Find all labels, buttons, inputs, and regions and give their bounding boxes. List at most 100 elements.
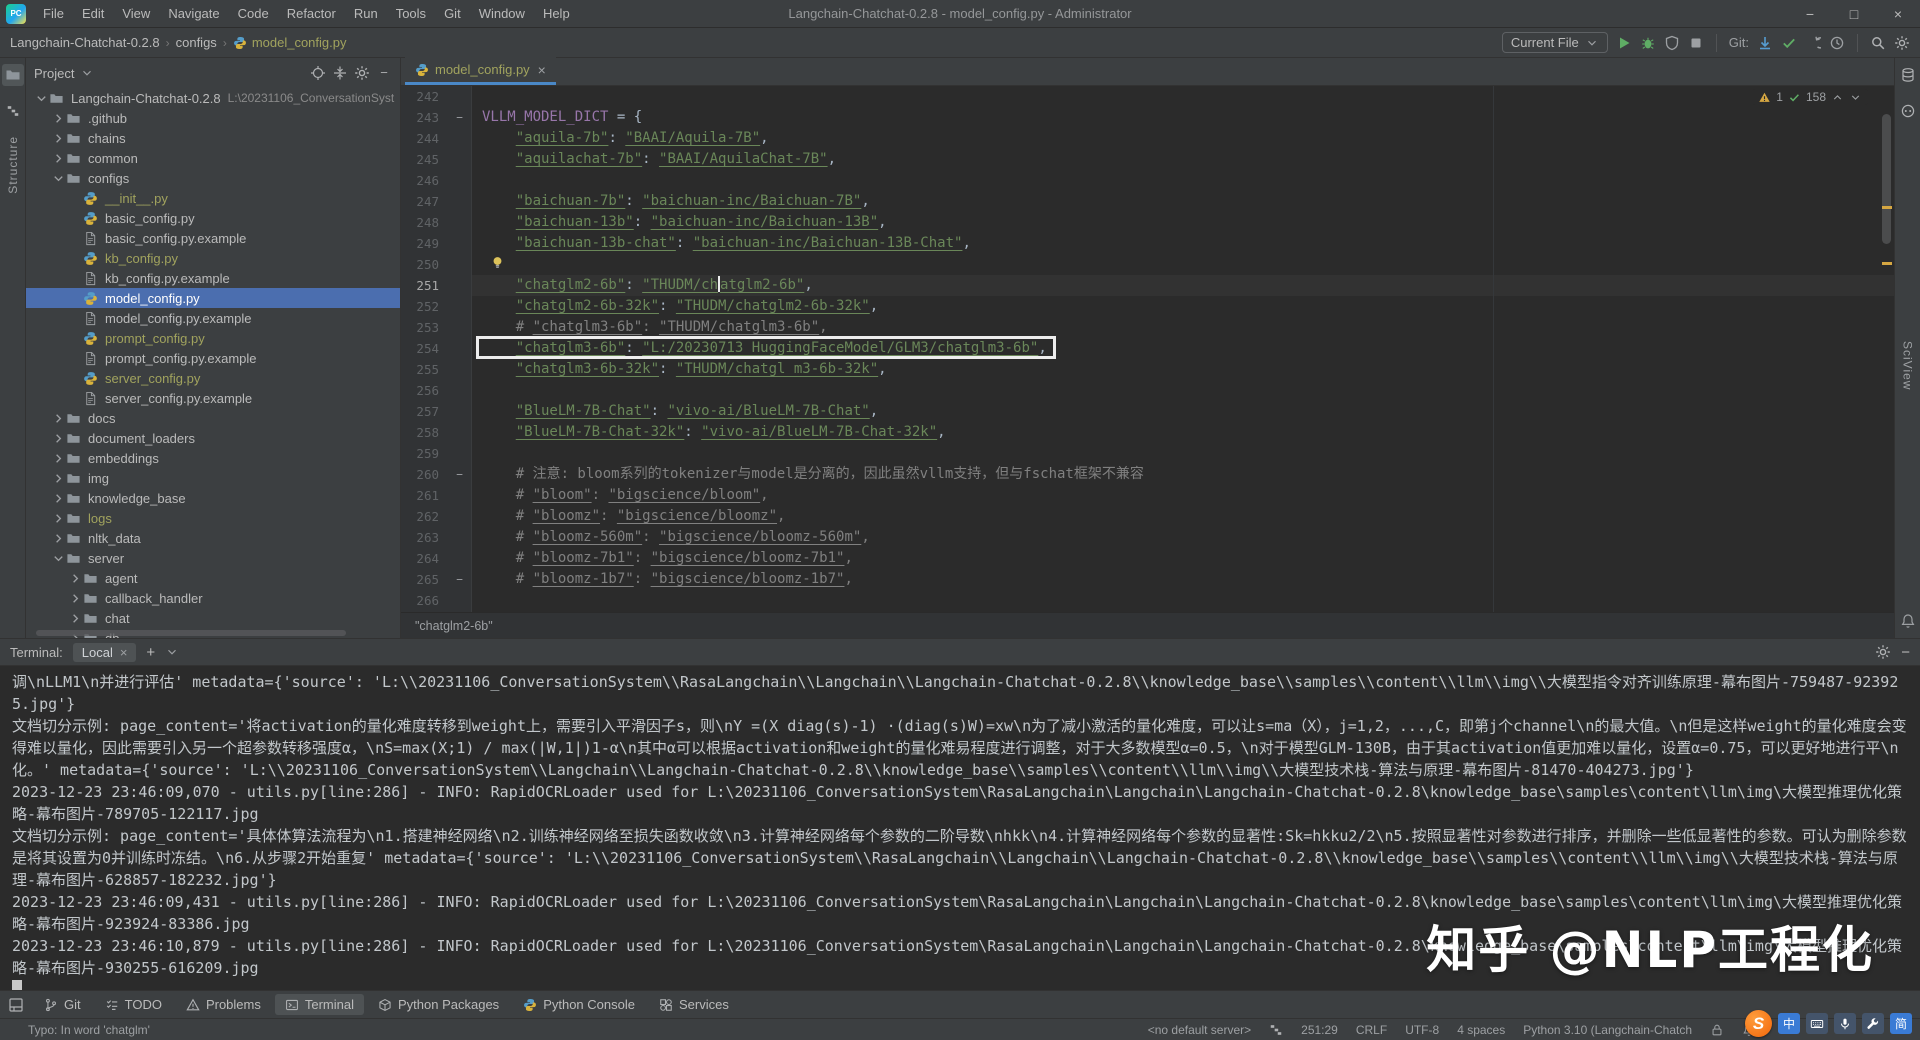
ime-simplified-badge[interactable]: 简: [1890, 1013, 1912, 1034]
git-rollback-button[interactable]: [1805, 35, 1821, 51]
code-line-text[interactable]: # "bloomz-560m": "bigscience/bloomz-560m…: [472, 527, 1894, 548]
coverage-button[interactable]: [1664, 35, 1680, 51]
tree-item-embeddings[interactable]: embeddings: [26, 448, 400, 468]
tree-item-logs[interactable]: logs: [26, 508, 400, 528]
tree-expand-icon[interactable]: [51, 491, 66, 506]
editor-breadcrumb-element[interactable]: "chatglm2-6b": [415, 619, 493, 633]
tree-item-chat[interactable]: chat: [26, 608, 400, 628]
status-item[interactable]: CRLF: [1356, 1023, 1387, 1037]
line-number[interactable]: 262: [401, 506, 447, 527]
code-line-text[interactable]: "baichuan-13b-chat": "baichuan-inc/Baich…: [472, 233, 1894, 254]
line-number[interactable]: 259: [401, 443, 447, 464]
tree-item-prompt-config-py-example[interactable]: prompt_config.py.example: [26, 348, 400, 368]
assistant-tool-button[interactable]: [1897, 100, 1919, 122]
line-number[interactable]: 260: [401, 464, 447, 485]
tree-expand-icon[interactable]: [51, 171, 66, 186]
tree-expand-icon[interactable]: [51, 511, 66, 526]
tree-item-common[interactable]: common: [26, 148, 400, 168]
run-button[interactable]: [1616, 35, 1632, 51]
tool-tab-todo[interactable]: TODO: [95, 994, 172, 1015]
chevron-down-icon[interactable]: [1849, 91, 1862, 104]
git-commit-button[interactable]: [1781, 35, 1797, 51]
ime-wrench-icon[interactable]: [1862, 1013, 1884, 1034]
line-number[interactable]: 257: [401, 401, 447, 422]
status-item[interactable]: UTF-8: [1405, 1023, 1439, 1037]
database-tool-button[interactable]: [1897, 64, 1919, 86]
line-number[interactable]: 258: [401, 422, 447, 443]
line-number[interactable]: 263: [401, 527, 447, 548]
tool-tab-services[interactable]: Services: [649, 994, 739, 1015]
line-number[interactable]: 255: [401, 359, 447, 380]
settings-button[interactable]: [1894, 35, 1910, 51]
tree-item--github[interactable]: .github: [26, 108, 400, 128]
fold-marker[interactable]: −: [456, 573, 463, 586]
code-line-text[interactable]: "aquila-7b": "BAAI/Aquila-7B",: [472, 128, 1894, 149]
line-number[interactable]: 265: [401, 569, 447, 590]
line-number[interactable]: 244: [401, 128, 447, 149]
menu-window[interactable]: Window: [470, 0, 534, 28]
ime-language-badge[interactable]: 中: [1778, 1013, 1800, 1034]
fold-marker[interactable]: −: [456, 111, 463, 124]
breadcrumb-item[interactable]: Langchain-Chatchat-0.2.8: [10, 35, 160, 50]
close-button[interactable]: ×: [1876, 0, 1920, 28]
tree-item-document-loaders[interactable]: document_loaders: [26, 428, 400, 448]
tool-tab-git[interactable]: Git: [34, 994, 91, 1015]
code-line-text[interactable]: [472, 443, 1894, 464]
code-line-text[interactable]: "aquilachat-7b": "BAAI/AquilaChat-7B",: [472, 149, 1894, 170]
tree-expand-icon[interactable]: [68, 591, 83, 606]
code-line-text[interactable]: [472, 170, 1894, 191]
tree-item-model-config-py[interactable]: model_config.py: [26, 288, 400, 308]
code-line-text[interactable]: # "bloom": "bigscience/bloom",: [472, 485, 1894, 506]
tree-item-model-config-py-example[interactable]: model_config.py.example: [26, 308, 400, 328]
structure-tool-label[interactable]: Structure: [6, 136, 20, 194]
code-line-text[interactable]: "BlueLM-7B-Chat": "vivo-ai/BlueLM-7B-Cha…: [472, 401, 1894, 422]
tree-expand-icon[interactable]: [51, 471, 66, 486]
menu-tools[interactable]: Tools: [387, 0, 435, 28]
status-widget-icon[interactable]: [1269, 1023, 1283, 1037]
code-line-text[interactable]: # "bloomz": "bigscience/bloomz",: [472, 506, 1894, 527]
line-number[interactable]: 249: [401, 233, 447, 254]
line-number[interactable]: 242: [401, 86, 447, 107]
tree-expand-icon[interactable]: [51, 531, 66, 546]
status-item[interactable]: <no default server>: [1148, 1023, 1251, 1037]
tree-expand-icon[interactable]: [51, 451, 66, 466]
menu-view[interactable]: View: [113, 0, 159, 28]
code-line-text[interactable]: "chatglm2-6b": "THUDM/ch atglm2-6b",: [472, 275, 1894, 296]
code-line-text[interactable]: "chatglm2-6b-32k": "THUDM/chatglm2-6b-32…: [472, 296, 1894, 317]
terminal-dropdown-icon[interactable]: [165, 645, 179, 659]
tree-item-agent[interactable]: agent: [26, 568, 400, 588]
ime-microphone-icon[interactable]: [1834, 1013, 1856, 1034]
project-panel-title[interactable]: Project: [34, 66, 74, 81]
line-number[interactable]: 247: [401, 191, 447, 212]
tree-item-basic-config-py-example[interactable]: basic_config.py.example: [26, 228, 400, 248]
code-line-text[interactable]: # "bloomz-1b7": "bigscience/bloomz-1b7",: [472, 569, 1894, 590]
tree-item-docs[interactable]: docs: [26, 408, 400, 428]
line-number[interactable]: 251: [401, 275, 447, 296]
tree-expand-icon[interactable]: [34, 91, 49, 106]
code-line-text[interactable]: "baichuan-13b": "baichuan-inc/Baichuan-1…: [472, 212, 1894, 233]
tree-expand-icon[interactable]: [51, 411, 66, 426]
chevron-up-icon[interactable]: [1831, 91, 1844, 104]
run-configuration-select[interactable]: Current File: [1501, 32, 1608, 53]
chevron-down-icon[interactable]: [80, 66, 94, 80]
code-line-text[interactable]: VLLM_MODEL_DICT = {: [472, 107, 1894, 128]
code-line-text[interactable]: # 注意: bloom系列的tokenizer与model是分离的，因此虽然vl…: [472, 464, 1894, 485]
tree-item-prompt-config-py[interactable]: prompt_config.py: [26, 328, 400, 348]
line-number[interactable]: 243: [401, 107, 447, 128]
line-number[interactable]: 252: [401, 296, 447, 317]
menu-file[interactable]: File: [34, 0, 73, 28]
tree-expand-icon[interactable]: [51, 431, 66, 446]
breadcrumb-item[interactable]: configs: [176, 35, 217, 50]
hide-terminal-button[interactable]: −: [1901, 644, 1910, 661]
line-number[interactable]: 254: [401, 338, 447, 359]
status-item[interactable]: 251:29: [1301, 1023, 1338, 1037]
tree-item-langchain-chatchat-0-2-8[interactable]: Langchain-Chatchat-0.2.8 L:\20231106_Conv…: [26, 88, 400, 108]
tree-item-kb-config-py-example[interactable]: kb_config.py.example: [26, 268, 400, 288]
sciview-tool-label[interactable]: SciView: [1901, 341, 1915, 390]
debug-button[interactable]: [1640, 35, 1656, 51]
code-line-text[interactable]: [472, 590, 1894, 611]
close-terminal-tab-icon[interactable]: ×: [120, 645, 128, 660]
stop-button[interactable]: [1688, 35, 1704, 51]
tool-tab-problems[interactable]: Problems: [176, 994, 271, 1015]
line-number[interactable]: 266: [401, 590, 447, 611]
